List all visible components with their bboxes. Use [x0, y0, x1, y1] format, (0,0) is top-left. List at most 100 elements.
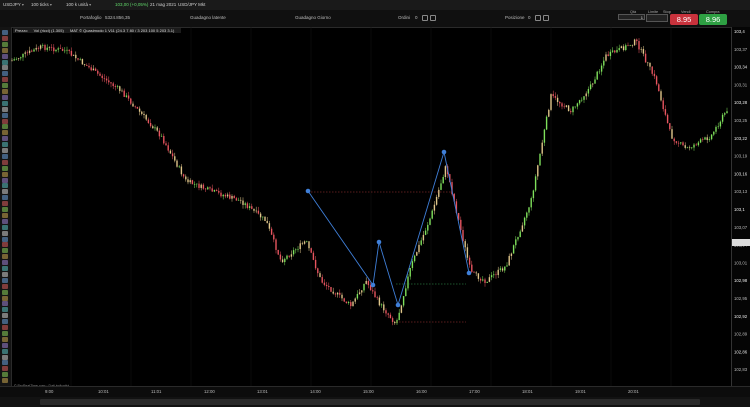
drawing-tool-icon[interactable]	[2, 330, 8, 336]
drawing-tool-icon[interactable]	[2, 360, 8, 366]
time-axis[interactable]: 9:00 10:01 11:01 12:00 13:01 14:00 15:00 16:00 1…	[0, 386, 750, 407]
drawing-tool-icon[interactable]	[2, 83, 8, 89]
drawing-tool-icon[interactable]	[2, 148, 8, 153]
pattern-point[interactable]	[395, 302, 401, 308]
drawing-tool-icon[interactable]	[2, 207, 8, 212]
scrollbar-thumb[interactable]	[40, 399, 700, 405]
drawing-tool-icon[interactable]	[2, 165, 8, 171]
drawing-tool-icon[interactable]	[2, 100, 8, 106]
candle-body	[497, 269, 499, 276]
pattern-point[interactable]	[466, 270, 472, 276]
drawing-tool-icon[interactable]	[2, 35, 8, 41]
pattern-point[interactable]	[370, 282, 376, 288]
limit-input[interactable]	[646, 14, 668, 22]
price-axis[interactable]: 103,4 103,37 103,34 103,31 103,28 103,25 103,2…	[731, 27, 750, 386]
drawing-tool-icon[interactable]	[2, 336, 8, 342]
drawing-tool-icon[interactable]	[2, 236, 8, 242]
drawing-tool-icon[interactable]	[2, 260, 8, 266]
positions-icons[interactable]	[533, 15, 549, 21]
candle-body	[259, 213, 262, 218]
size-selector[interactable]: 100 k unità	[66, 2, 91, 7]
candle-body	[72, 54, 75, 56]
drawing-tool-icon[interactable]	[2, 201, 8, 207]
drawing-tool-icon[interactable]	[2, 354, 8, 360]
drawing-tool-icon[interactable]	[2, 342, 8, 348]
drawing-tool-icon[interactable]	[2, 94, 8, 100]
drawing-tool-icon[interactable]	[2, 183, 8, 189]
drawing-tool-icon[interactable]	[2, 136, 8, 142]
pattern-point[interactable]	[441, 149, 447, 155]
drawing-tool-icon[interactable]	[2, 153, 8, 159]
candle-body	[649, 63, 651, 67]
drawing-tool-icon[interactable]	[2, 212, 8, 218]
drawing-tool-icon[interactable]	[2, 301, 8, 307]
drawing-tool-icon[interactable]	[2, 195, 8, 201]
candle-body	[627, 45, 629, 46]
sell-button[interactable]: 8.95	[670, 14, 698, 25]
drawing-tool-icon[interactable]	[2, 112, 8, 118]
candle-body	[343, 298, 345, 302]
candle-body	[237, 199, 240, 201]
drawing-tool-icon[interactable]	[2, 59, 8, 65]
drawing-tool-icon[interactable]	[2, 277, 8, 283]
drawing-tool-icon[interactable]	[2, 218, 8, 224]
symbol-selector[interactable]: USDJPY	[3, 2, 24, 7]
candle-body	[592, 83, 594, 85]
drawing-tool-icon[interactable]	[2, 372, 8, 378]
drawing-tool-icon[interactable]	[2, 142, 8, 148]
drawing-tool-icon[interactable]	[2, 124, 8, 130]
candle-body	[209, 187, 211, 189]
drawing-tool-icon[interactable]	[2, 289, 8, 295]
drawing-tool-icon[interactable]	[2, 313, 8, 319]
pattern-indicator-label[interactable]: MAT © Quasimodo 1 V11 (24.3 7 80 / 3 203…	[70, 28, 174, 33]
portfolio-label: Portafoglio	[80, 15, 102, 20]
drawing-tool-icon[interactable]	[2, 366, 8, 372]
price-chart[interactable]	[11, 27, 731, 386]
drawing-tool-icon[interactable]	[2, 378, 8, 384]
drawing-tool-icon[interactable]	[2, 71, 8, 77]
drawing-tool-icon[interactable]	[2, 106, 8, 112]
volume-indicator-label[interactable]: Vol (ricci) (1.305)	[34, 28, 64, 33]
drawing-tool-icon[interactable]	[2, 266, 8, 271]
drawing-tool-icon[interactable]	[2, 65, 8, 71]
drawing-tool-icon[interactable]	[2, 242, 8, 248]
drawing-tool-icon[interactable]	[2, 325, 8, 330]
drawing-tool-icon[interactable]	[2, 348, 8, 354]
candle-body	[565, 105, 568, 107]
orders-icons[interactable]	[420, 15, 436, 21]
drawing-tool-icon[interactable]	[2, 118, 8, 124]
pattern-point[interactable]	[305, 188, 311, 194]
drawing-tool-icon[interactable]	[2, 47, 8, 53]
drawing-tool-icon[interactable]	[2, 230, 8, 236]
candle-body	[413, 255, 416, 262]
drawing-tool-icon[interactable]	[2, 283, 8, 289]
candle-body	[361, 290, 363, 293]
drawing-tool-icon[interactable]	[2, 271, 8, 277]
drawing-tool-icon[interactable]	[2, 41, 8, 47]
buy-button[interactable]: 8.96	[699, 14, 727, 25]
drawing-tool-icon[interactable]	[2, 319, 8, 325]
drawing-tool-icon[interactable]	[2, 171, 8, 177]
drawing-tool-icon[interactable]	[2, 177, 8, 183]
drawing-tool-icon[interactable]	[2, 254, 8, 260]
timeframe-selector[interactable]: 100 ticks	[31, 2, 52, 7]
drawing-tool-icon[interactable]	[2, 189, 8, 195]
drawing-tool-icon[interactable]	[2, 53, 8, 59]
candle-body	[244, 203, 246, 205]
candle-body	[299, 243, 301, 250]
drawing-tool-icon[interactable]	[2, 130, 8, 136]
drawing-tool-icon[interactable]	[2, 89, 8, 94]
drawing-tool-icon[interactable]	[2, 30, 8, 35]
time-tick-label: 15:00	[363, 389, 374, 394]
drawing-tool-icon[interactable]	[2, 159, 8, 165]
price-series-label[interactable]: Prezzo	[15, 28, 27, 33]
candle-body	[706, 137, 708, 141]
drawing-tool-icon[interactable]	[2, 295, 8, 301]
pattern-point[interactable]	[376, 239, 382, 245]
drawing-tool-icon[interactable]	[2, 248, 8, 254]
drawing-tool-icon[interactable]	[2, 307, 8, 313]
drawing-tool-icon[interactable]	[2, 224, 8, 230]
drawing-tool-icon[interactable]	[2, 77, 8, 83]
qty-input[interactable]: 1	[618, 14, 645, 20]
time-tick-label: 10:01	[98, 389, 109, 394]
